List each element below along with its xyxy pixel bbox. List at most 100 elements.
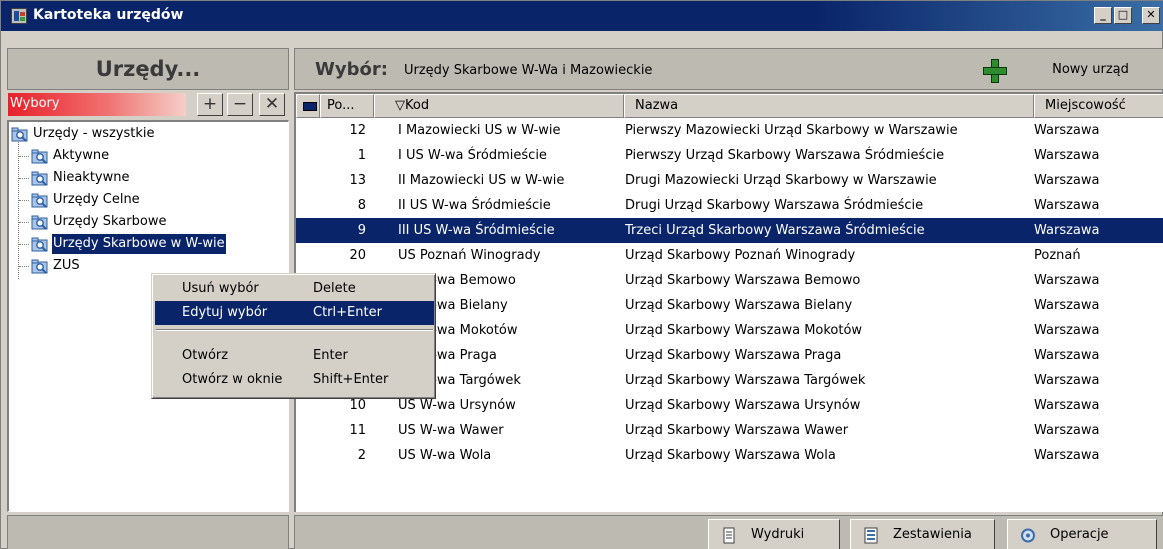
cell-nazwa: Drugi Urząd Skarbowy Warszawa Śródmieści… xyxy=(625,198,924,213)
tree-item-label: Nieaktywne xyxy=(53,170,130,185)
table-row[interactable]: 2 US W-wa Wola Urząd Skarbowy Warszawa Wol… xyxy=(296,443,1163,468)
wybor-label: Wybór: xyxy=(315,59,388,80)
cell-po: 9 xyxy=(357,223,366,238)
cell-miejscowosc: Warszawa xyxy=(1034,373,1100,388)
zestawienia-button[interactable]: Zestawienia xyxy=(850,519,995,549)
selection-header: Wybór: Urzędy Skarbowe W-Wa i Mazowiecki… xyxy=(294,48,1163,90)
cell-miejscowosc: Warszawa xyxy=(1034,273,1100,288)
menu-item-edit-selection[interactable]: Edytuj wybór Ctrl+Enter xyxy=(155,301,434,325)
folder-search-icon xyxy=(31,215,48,230)
cell-po: 2 xyxy=(357,448,366,463)
tree-item-label: Urzędy Skarbowe w W-wie xyxy=(52,234,226,254)
cell-nazwa: Urząd Skarbowy Warszawa Praga xyxy=(625,348,842,363)
cell-miejscowosc: Warszawa xyxy=(1034,298,1100,313)
table-row[interactable]: 13 II Mazowiecki US w W-wie Drugi Mazowiec… xyxy=(296,168,1163,193)
cell-nazwa: Urząd Skarbowy Warszawa Wawer xyxy=(625,423,849,438)
cell-miejscowosc: Poznań xyxy=(1034,248,1081,263)
wybor-value: Urzędy Skarbowe W-Wa i Mazowieckie xyxy=(404,63,653,78)
table-row[interactable]: 1 I US W-wa Śródmieście Pierwszy Urząd Ska… xyxy=(296,143,1163,168)
cell-miejscowosc: Warszawa xyxy=(1034,123,1100,138)
cell-miejscowosc: Warszawa xyxy=(1034,198,1100,213)
panel-header-urzedy: Urzędy... xyxy=(7,48,289,90)
maximize-button[interactable]: □ xyxy=(1114,7,1132,24)
folder-search-icon xyxy=(31,171,48,186)
cell-po: 8 xyxy=(357,198,366,213)
cell-miejscowosc: Warszawa xyxy=(1034,223,1100,238)
cell-kod: III US W-wa Śródmieście xyxy=(398,223,555,238)
add-icon[interactable] xyxy=(983,59,1007,83)
cell-kod: US W-wa Wola xyxy=(398,448,492,463)
report-list-icon xyxy=(864,527,878,544)
folder-search-icon xyxy=(31,259,48,274)
table-row[interactable]: 9 III US W-wa Śródmieście Trzeci Urząd Ska… xyxy=(296,218,1163,243)
table-row[interactable]: 20 US Poznań Winogrady Urząd Skarbowy Pozn… xyxy=(296,243,1163,268)
cell-kod: US W-wa Wawer xyxy=(398,423,504,438)
cell-po: 20 xyxy=(349,248,366,263)
table-row[interactable]: 12 I Mazowiecki US w W-wie Pierwszy Mazowi… xyxy=(296,118,1163,143)
cell-nazwa: Urząd Skarbowy Warszawa Ursynów xyxy=(625,398,861,413)
select-all-cell[interactable] xyxy=(296,94,320,118)
cell-nazwa: Trzeci Urząd Skarbowy Warszawa Śródmieśc… xyxy=(625,223,925,238)
operacje-label: Operacje xyxy=(1050,527,1109,542)
cell-po: 12 xyxy=(349,123,366,138)
select-all-icon xyxy=(303,102,317,111)
title-bar[interactable]: Kartoteka urzędów _ □ ✕ xyxy=(1,1,1163,31)
folder-search-icon xyxy=(11,127,28,142)
cell-nazwa: Urząd Skarbowy Warszawa Bielany xyxy=(625,298,853,313)
cell-kod: I Mazowiecki US w W-wie xyxy=(398,123,561,138)
cell-miejscowosc: Warszawa xyxy=(1034,173,1100,188)
menu-item-open[interactable]: Otwórz Enter xyxy=(155,344,434,368)
cell-kod: US Poznań Winogrady xyxy=(398,248,541,263)
cell-nazwa: Urząd Skarbowy Warszawa Mokotów xyxy=(625,323,863,338)
table-header: Po... ▽Kod Nazwa Miejscowość xyxy=(296,94,1163,118)
cell-kod: II Mazowiecki US w W-wie xyxy=(398,173,565,188)
menu-separator xyxy=(156,329,433,331)
left-footer xyxy=(7,515,289,549)
column-header-nazwa[interactable]: Nazwa xyxy=(624,94,1034,118)
window-title: Kartoteka urzędów xyxy=(33,7,184,23)
context-menu: Usuń wybór Delete Edytuj wybór Ctrl+Ente… xyxy=(151,273,436,399)
cell-nazwa: Urząd Skarbowy Poznań Winogrady xyxy=(625,248,856,263)
gear-icon xyxy=(1021,528,1035,543)
wydruki-label: Wydruki xyxy=(751,527,805,542)
tree-item-label: ZUS xyxy=(53,258,80,273)
cell-nazwa: Urząd Skarbowy Warszawa Targówek xyxy=(625,373,866,388)
tree-item-label: Urzędy Celne xyxy=(53,192,140,207)
table-row[interactable]: 8 II US W-wa Śródmieście Drugi Urząd Skarb… xyxy=(296,193,1163,218)
app-icon xyxy=(11,8,27,24)
right-footer: Wydruki Zestawienia Operacje xyxy=(294,515,1163,549)
folder-search-icon xyxy=(31,237,48,252)
close-selection-button[interactable]: ✕ xyxy=(259,93,285,116)
column-header-po[interactable]: Po... xyxy=(320,94,374,118)
minimize-button[interactable]: _ xyxy=(1094,7,1112,24)
tree-item-label: Urzędy Skarbowe xyxy=(53,214,167,229)
column-header-kod[interactable]: ▽Kod xyxy=(374,94,624,118)
table-row[interactable]: 11 US W-wa Wawer Urząd Skarbowy Warszawa W… xyxy=(296,418,1163,443)
cell-miejscowosc: Warszawa xyxy=(1034,323,1100,338)
cell-kod: II US W-wa Śródmieście xyxy=(398,198,551,213)
cell-kod: I US W-wa Śródmieście xyxy=(398,148,547,163)
app-window: Kartoteka urzędów _ □ ✕ Urzędy... Wybory… xyxy=(0,0,1163,549)
cell-nazwa: Pierwszy Urząd Skarbowy Warszawa Śródmie… xyxy=(625,148,945,163)
cell-miejscowosc: Warszawa xyxy=(1034,148,1100,163)
cell-po: 1 xyxy=(357,148,366,163)
cell-po: 13 xyxy=(349,173,366,188)
column-header-miejscowosc[interactable]: Miejscowość xyxy=(1034,94,1163,118)
close-button[interactable]: ✕ xyxy=(1142,7,1160,24)
new-office-button[interactable]: Nowy urząd xyxy=(1023,55,1158,85)
menu-item-open-in-window[interactable]: Otwórz w oknie Shift+Enter xyxy=(155,368,434,392)
menu-item-delete-selection[interactable]: Usuń wybór Delete xyxy=(155,277,434,301)
cell-nazwa: Urząd Skarbowy Warszawa Bemowo xyxy=(625,273,861,288)
tree-item-label: Urzędy - wszystkie xyxy=(33,126,155,141)
printer-icon xyxy=(723,527,735,544)
wydruki-button[interactable]: Wydruki xyxy=(708,519,840,549)
selections-label: Wybory xyxy=(8,93,186,116)
operacje-button[interactable]: Operacje xyxy=(1007,519,1157,549)
tree-item-label: Aktywne xyxy=(53,148,110,163)
remove-selection-button[interactable]: − xyxy=(227,93,253,116)
zestawienia-label: Zestawienia xyxy=(893,527,972,542)
add-selection-button[interactable]: + xyxy=(197,93,223,116)
cell-miejscowosc: Warszawa xyxy=(1034,423,1100,438)
cell-nazwa: Drugi Mazowiecki Urząd Skarbowy w Warsza… xyxy=(625,173,937,188)
folder-search-icon xyxy=(31,193,48,208)
